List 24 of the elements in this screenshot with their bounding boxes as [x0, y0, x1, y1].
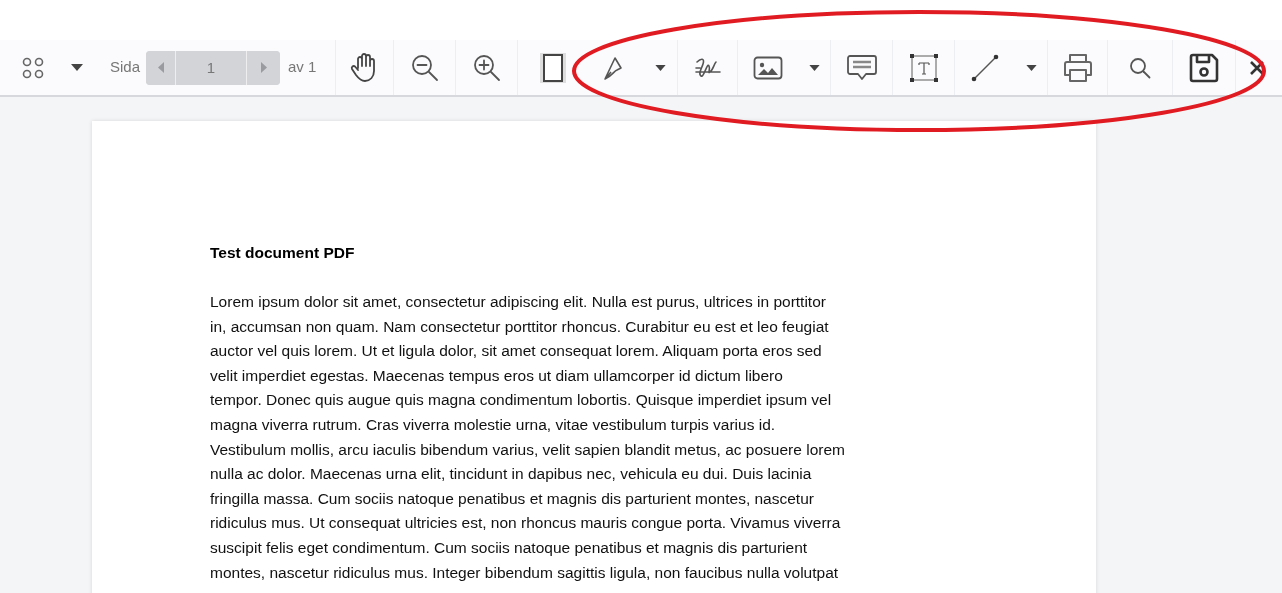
zoom-out-icon	[409, 52, 440, 83]
page-view-icon	[539, 51, 568, 84]
caret-icon	[654, 64, 666, 71]
left-arrow-icon	[157, 62, 164, 73]
right-arrow-icon	[260, 62, 267, 73]
line-icon	[970, 52, 1001, 83]
document-title: Test document PDF	[210, 243, 356, 263]
document-paragraph: Lorem ipsum dolor sit amet, consectetur adipiscing elit. Nulla est purus, ultrices in porttitor in, accumsan non quam. Nam consectetur porttitor rhoncus. Curabitur eu est et leo feugiat auctor vel quis lorem. Ut et ligula dolor, sit amet consequat lorem. Aliquam porta eros sed velit imperdiet egestas. Maecenas tempus eros ut diam ullamcorper id dictum libero tempor. Donec quis augue quis magna condimentum lobortis. Quisque imperdiet ipsum vel magna viverra rutrum. Cras viverra molestie urna, vitae vestibulum turpis varius id. Vestibulum mollis, arcu iaculis bibendum varius, velit sapien blandit metus, ac posuere lorem nulla ac dolor. Maecenas urna elit, tincidunt in dapibus nec, vehicula eu dui. Duis lacinia fringilla massa. Cum sociis natoque penatibus et magnis dis parturient montes, nascetur ridiculus mus. Ut consequat ultricies est, non rhoncus mauris congue porta. Vivamus viverra suscipit felis eget condimentum. Cum sociis natoque penatibus et magnis dis parturient montes, nascetur ridiculus mus. Integer bibendum sagittis ligula, non faucibus nulla volutpat	[210, 292, 846, 583]
text-box-icon	[908, 52, 939, 83]
previous-page-button[interactable]	[146, 50, 177, 85]
page-number-field[interactable]: 1	[176, 50, 247, 85]
search-icon	[1129, 56, 1152, 79]
caret-icon	[808, 64, 820, 71]
page-count: av 1	[288, 57, 317, 78]
printer-icon	[1061, 52, 1094, 83]
save-icon	[1188, 51, 1221, 84]
caret-icon	[71, 64, 83, 71]
page-label: Sida	[110, 57, 141, 78]
zoom-in-icon	[471, 52, 502, 83]
comment-icon	[845, 53, 878, 82]
caret-icon	[1025, 64, 1037, 71]
grid-icon	[21, 55, 45, 80]
close-icon	[1250, 60, 1265, 75]
image-icon	[753, 55, 784, 80]
